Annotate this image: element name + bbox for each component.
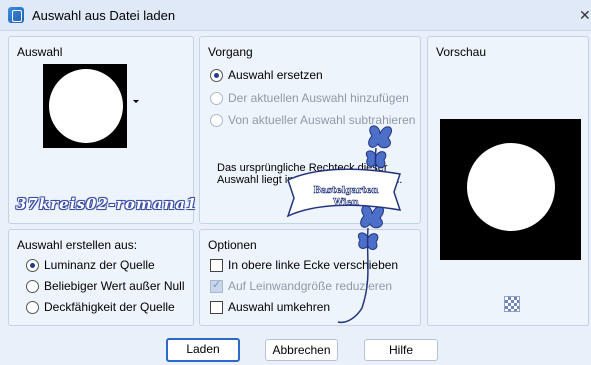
watermark-stamp-logo: Bastelgarten Wien — [286, 125, 402, 324]
optionen-group-title: Optionen — [208, 238, 257, 252]
auswahl-group-title: Auswahl — [17, 45, 63, 59]
vorschau-group-title: Vorschau — [436, 45, 487, 59]
preview-circle — [467, 143, 555, 231]
checkbox[interactable] — [210, 258, 223, 272]
vorschau-group: Vorschau — [427, 36, 589, 326]
window-title: Auswahl aus Datei laden — [32, 8, 176, 23]
app-icon — [8, 7, 24, 23]
radio-button[interactable] — [26, 300, 39, 314]
vorgang-group-title: Vorgang — [208, 45, 253, 59]
close-icon[interactable]: ✕ — [579, 0, 591, 30]
radio-label: Luminanz der Quelle — [44, 258, 155, 272]
radio-label: Beliebiger Wert außer Null — [44, 279, 185, 293]
radio-luminanz[interactable]: Luminanz der Quelle — [26, 258, 155, 272]
stamp-line-1: Bastelgarten — [313, 186, 379, 196]
hilfe-button[interactable]: Hilfe — [364, 339, 438, 361]
radio-button[interactable] — [26, 279, 39, 293]
radio-auswahl-ersetzen[interactable]: Auswahl ersetzen — [210, 68, 323, 82]
radio-deckfaehigkeit[interactable]: Deckfähigkeit der Quelle — [26, 300, 175, 314]
stamp-line-2: Wien — [332, 198, 359, 208]
radio-hinzufuegen[interactable]: Der aktuellen Auswahl hinzufügen — [210, 91, 409, 105]
preview-canvas — [440, 119, 581, 260]
radio-button[interactable] — [210, 91, 223, 105]
erstellen-group: Auswahl erstellen aus: Luminanz der Quel… — [8, 229, 194, 326]
watermark-text: 37kreis02-romana1 — [16, 195, 198, 213]
checker-zoom-icon[interactable] — [504, 296, 520, 312]
radio-button[interactable] — [210, 68, 223, 82]
radio-button[interactable] — [210, 113, 223, 127]
radio-button[interactable] — [26, 258, 39, 272]
radio-label: Auswahl ersetzen — [228, 68, 323, 82]
title-bar: Auswahl aus Datei laden ✕ — [0, 0, 591, 31]
radio-label: Der aktuellen Auswahl hinzufügen — [228, 91, 409, 105]
laden-button[interactable]: Laden — [166, 338, 240, 362]
checkbox[interactable] — [210, 278, 223, 293]
checkbox[interactable] — [210, 300, 223, 314]
abbrechen-button[interactable]: Abbrechen — [265, 339, 338, 361]
thumbnail-dropdown-icon[interactable] — [133, 100, 139, 103]
erstellen-group-title: Auswahl erstellen aus: — [17, 238, 138, 252]
radio-beliebiger-wert[interactable]: Beliebiger Wert außer Null — [26, 279, 185, 293]
selection-circle — [49, 69, 123, 143]
radio-label: Deckfähigkeit der Quelle — [44, 300, 175, 314]
selection-thumbnail[interactable] — [43, 64, 127, 148]
